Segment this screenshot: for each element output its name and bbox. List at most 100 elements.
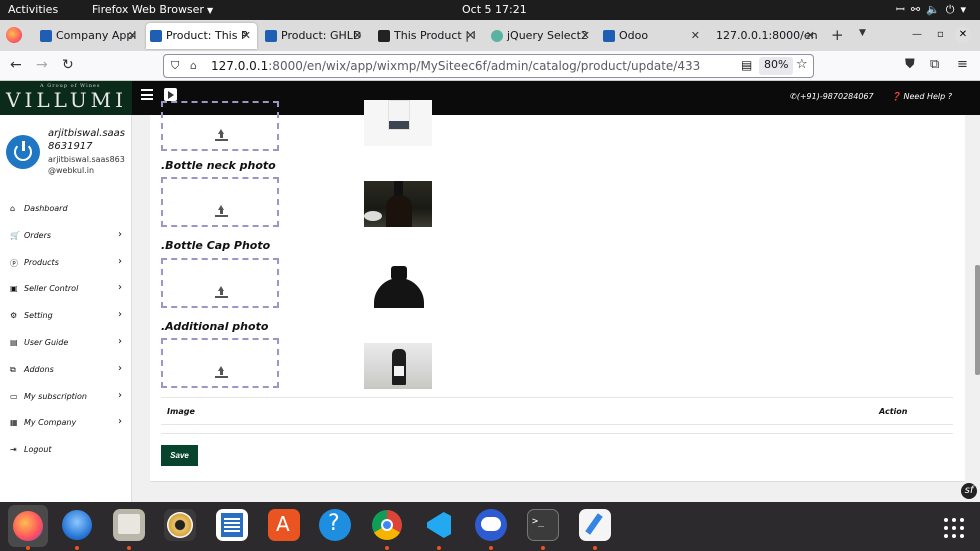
sidebar-item-label: My subscription: [24, 391, 87, 401]
close-tab-icon[interactable]: ✕: [581, 29, 590, 42]
vscode-icon: [427, 512, 451, 538]
tab-title: Product: This P: [166, 29, 248, 42]
show-applications-icon[interactable]: [944, 518, 964, 538]
tab-title: Company Appl: [56, 29, 137, 42]
bookmark-star-icon[interactable]: ☆: [796, 57, 808, 72]
url-path: :8000/en/wix/app/wixmp/MySiteec6f/admin/…: [268, 59, 701, 73]
system-tray[interactable]: ꟷ⚯🔈⏻▾: [896, 2, 972, 17]
contact-phone[interactable]: ✆(+91)-9870284067: [790, 92, 874, 101]
dock-help[interactable]: ?: [319, 509, 351, 541]
tab-localhost[interactable]: 127.0.0.1:8000/en ✕: [698, 23, 821, 49]
close-tab-icon[interactable]: ✕: [353, 29, 362, 42]
product-form: .Bottle neck photo .Bottle Cap Photo .Ad…: [150, 100, 965, 482]
column-image: Image: [167, 407, 195, 416]
help-icon: ?: [328, 511, 340, 536]
software-center-icon: A: [276, 512, 290, 536]
activities-button[interactable]: Activities: [8, 3, 58, 16]
extensions-icon[interactable]: ⧉: [930, 57, 939, 72]
dock-rhythmbox[interactable]: [164, 509, 196, 541]
files-icon: [118, 514, 140, 534]
volume-icon: 🔈: [926, 3, 946, 16]
reader-view-icon[interactable]: ▤: [741, 58, 752, 72]
sidebar-item-user-guide[interactable]: ▤ User Guide ›: [0, 329, 132, 356]
sidebar-item-my-company[interactable]: ▦ My Company ›: [0, 409, 132, 436]
dock-thunderbird[interactable]: [61, 509, 93, 541]
url-text[interactable]: 127.0.0.1:8000/en/wix/app/wixmp/MySiteec…: [211, 59, 700, 73]
sidebar-item-seller-control[interactable]: ▣ Seller Control ›: [0, 275, 132, 302]
tab-odoo[interactable]: Odoo ✕: [599, 23, 706, 49]
rhythmbox-icon: [167, 512, 193, 538]
tab-jquery-select2[interactable]: jQuery Select2 ✕: [487, 23, 596, 49]
symfony-toolbar-icon[interactable]: sf: [961, 483, 977, 499]
dock-files[interactable]: [113, 509, 145, 541]
firefox-icon: [13, 511, 43, 541]
save-button[interactable]: Save: [161, 445, 198, 466]
minimize-icon[interactable]: —: [912, 29, 922, 40]
upload-dropzone-additional[interactable]: [161, 338, 279, 388]
sidebar-item-logout[interactable]: ⇥ Logout: [0, 436, 132, 463]
sidebar-item-orders[interactable]: 🛒 Orders ›: [0, 222, 132, 249]
tab-title: jQuery Select2: [507, 29, 588, 42]
need-help-link[interactable]: ❓ Need Help ?: [891, 92, 952, 101]
product-icon: ⓟ: [10, 258, 18, 268]
dock-software[interactable]: A: [268, 509, 300, 541]
photo-label: .Bottle neck photo: [161, 159, 276, 172]
page-scrollbar[interactable]: [975, 115, 980, 502]
sidebar-item-my-subscription[interactable]: ▭ My subscription ›: [0, 383, 132, 410]
dock-chat[interactable]: [475, 509, 507, 541]
sidebar-item-setting[interactable]: ⚙ Setting ›: [0, 302, 132, 329]
window-close-icon[interactable]: ✕: [955, 27, 971, 43]
tab-this-product[interactable]: This Product | I ✕: [374, 23, 481, 49]
sidebar-item-products[interactable]: ⓟ Products ›: [0, 249, 132, 276]
photo-label: .Bottle Cap Photo: [161, 239, 271, 252]
thunderbird-icon: [62, 510, 92, 540]
new-tab-icon[interactable]: +: [831, 26, 844, 44]
app-menu-label: Firefox Web Browser: [92, 3, 204, 16]
chevron-right-icon: ›: [118, 309, 122, 321]
back-icon[interactable]: ←: [10, 57, 22, 73]
close-tab-icon[interactable]: ✕: [242, 29, 251, 42]
list-tabs-icon[interactable]: ▼: [859, 28, 866, 38]
shield-icon[interactable]: ⛉: [171, 59, 179, 73]
dock-terminal[interactable]: >_: [527, 509, 559, 541]
running-indicator: [75, 546, 79, 550]
chevron-right-icon: ›: [118, 362, 122, 374]
dock-vscode[interactable]: [423, 509, 455, 541]
upload-dropzone[interactable]: [161, 101, 279, 151]
restore-icon[interactable]: ▫: [937, 29, 944, 40]
close-tab-icon[interactable]: ✕: [806, 29, 815, 42]
sidebar-item-dashboard[interactable]: ⌂ Dashboard: [0, 195, 132, 222]
chat-icon: [481, 517, 501, 531]
app-menu[interactable]: Firefox Web Browser ▼: [92, 3, 213, 16]
upload-dropzone-bottle-cap[interactable]: [161, 258, 279, 308]
sidebar: arjitbiswal.saas8631917 arjitbiswal.saas…: [0, 115, 132, 502]
site-logo[interactable]: A Group of Wines VILLUMI: [0, 81, 132, 115]
address-bar[interactable]: ⛉ ⌂ 127.0.0.1:8000/en/wix/app/wixmp/MySi…: [163, 54, 814, 78]
forward-icon[interactable]: →: [36, 57, 48, 73]
sidebar-item-label: Setting: [24, 311, 53, 321]
firefox-view-icon[interactable]: [6, 27, 22, 43]
close-tab-icon[interactable]: ✕: [466, 29, 475, 42]
sidebar-item-addons[interactable]: ⧉ Addons ›: [0, 356, 132, 383]
tab-product-ghld[interactable]: Product: GHLD ✕: [261, 23, 368, 49]
pocket-icon[interactable]: ⛊: [905, 57, 915, 72]
page-info-icon[interactable]: ⌂: [190, 59, 197, 72]
zoom-level[interactable]: 80%: [759, 57, 794, 75]
tab-company-app[interactable]: Company Appl ✕: [36, 23, 143, 49]
hamburger-icon[interactable]: [141, 89, 153, 100]
tab-product-this[interactable]: Product: This P ✕: [146, 23, 257, 49]
sidebar-item-label: Addons: [24, 364, 54, 374]
menu-icon[interactable]: ≡: [957, 57, 968, 72]
dock-firefox[interactable]: [8, 505, 48, 547]
close-tab-icon[interactable]: ✕: [128, 29, 137, 42]
scrollbar-thumb[interactable]: [975, 265, 980, 375]
play-icon[interactable]: [164, 88, 177, 101]
dock-libreoffice-writer[interactable]: [216, 509, 248, 541]
dock-text-editor[interactable]: [579, 509, 611, 541]
sidebar-menu: ⌂ Dashboard 🛒 Orders › ⓟ Products › ▣ Seller C…: [0, 195, 132, 463]
tab-title: 127.0.0.1:8000/en: [716, 29, 818, 42]
dock-chrome[interactable]: [371, 509, 403, 541]
reload-icon[interactable]: ↻: [62, 57, 74, 73]
clock[interactable]: Oct 5 17:21: [462, 3, 527, 16]
upload-dropzone-bottle-neck[interactable]: [161, 177, 279, 227]
